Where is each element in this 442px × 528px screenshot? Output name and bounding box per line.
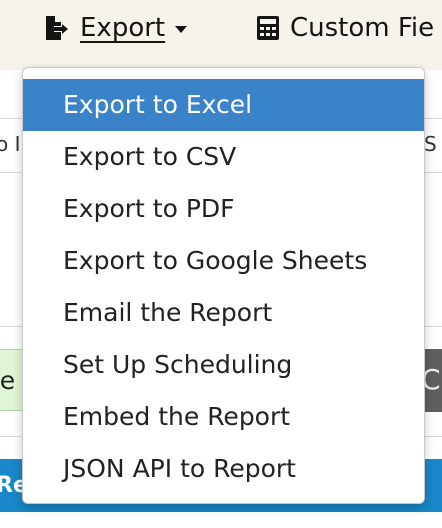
menu-item-export-pdf[interactable]: Export to PDF [23,183,424,235]
green-button-text: te [0,366,16,395]
toolbar: Export Custom Fie [0,0,442,70]
export-dropdown-menu: Export to Excel Export to CSV Export to … [22,67,425,504]
menu-item-export-csv[interactable]: Export to CSV [23,131,424,183]
export-button[interactable]: Export [44,12,188,44]
menu-item-embed-report[interactable]: Embed the Report [23,391,424,443]
custom-fields-label: Custom Fie [290,13,435,43]
chevron-down-icon [175,26,188,33]
calculator-icon [256,15,280,41]
page-bottom [0,512,442,528]
menu-item-export-excel[interactable]: Export to Excel [23,79,424,131]
menu-item-email-report[interactable]: Email the Report [23,287,424,339]
table-header-left-text: o I [0,132,21,156]
menu-item-json-api[interactable]: JSON API to Report [23,443,424,495]
green-action-button[interactable]: te [0,349,22,411]
menu-item-export-google-sheets[interactable]: Export to Google Sheets [23,235,424,287]
export-menu-list: Export to Excel Export to CSV Export to … [23,79,424,495]
export-label: Export [80,13,166,43]
file-export-icon [44,14,68,42]
custom-fields-button[interactable]: Custom Fie [256,12,434,44]
menu-item-set-up-scheduling[interactable]: Set Up Scheduling [23,339,424,391]
table-header-right-text: S V [424,132,442,156]
